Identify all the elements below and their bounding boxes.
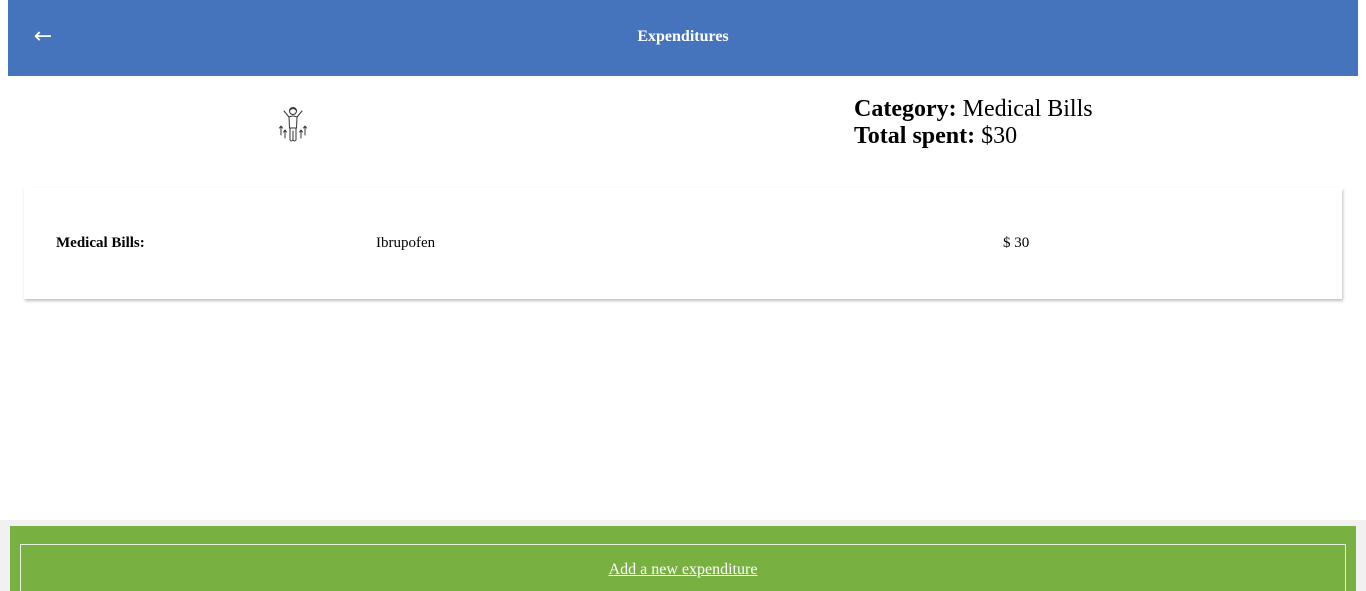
right-margin — [1358, 0, 1366, 591]
expenditure-category: Medical Bills: — [56, 235, 145, 251]
expenditure-row: Medical Bills: Ibrupofen $ 30 — [24, 188, 1342, 299]
category-summary: Category: Medical Bills Total spent: $30 — [854, 96, 1093, 150]
total-value: $30 — [981, 123, 1018, 149]
total-label: Total spent: — [854, 123, 976, 149]
total-line: Total spent: $30 — [854, 123, 1093, 150]
app-header: ← Expenditures — [8, 0, 1358, 76]
add-expenditure-link[interactable]: Add a new expenditure — [609, 561, 758, 578]
category-value: Medical Bills — [962, 96, 1093, 122]
footer-bar: Add a new expenditure — [10, 526, 1356, 591]
expenditure-description: Ibrupofen — [376, 235, 436, 251]
category-line: Category: Medical Bills — [854, 96, 1093, 123]
category-label: Category: — [854, 96, 957, 122]
add-expenditure-button[interactable]: Add a new expenditure — [20, 544, 1346, 591]
expenditure-amount: $ 30 — [1003, 235, 1030, 251]
page: ← Expenditures Category: Medical Bills T… — [0, 0, 1366, 591]
person-celebrating-icon — [279, 107, 307, 142]
page-title: Expenditures — [637, 28, 729, 45]
